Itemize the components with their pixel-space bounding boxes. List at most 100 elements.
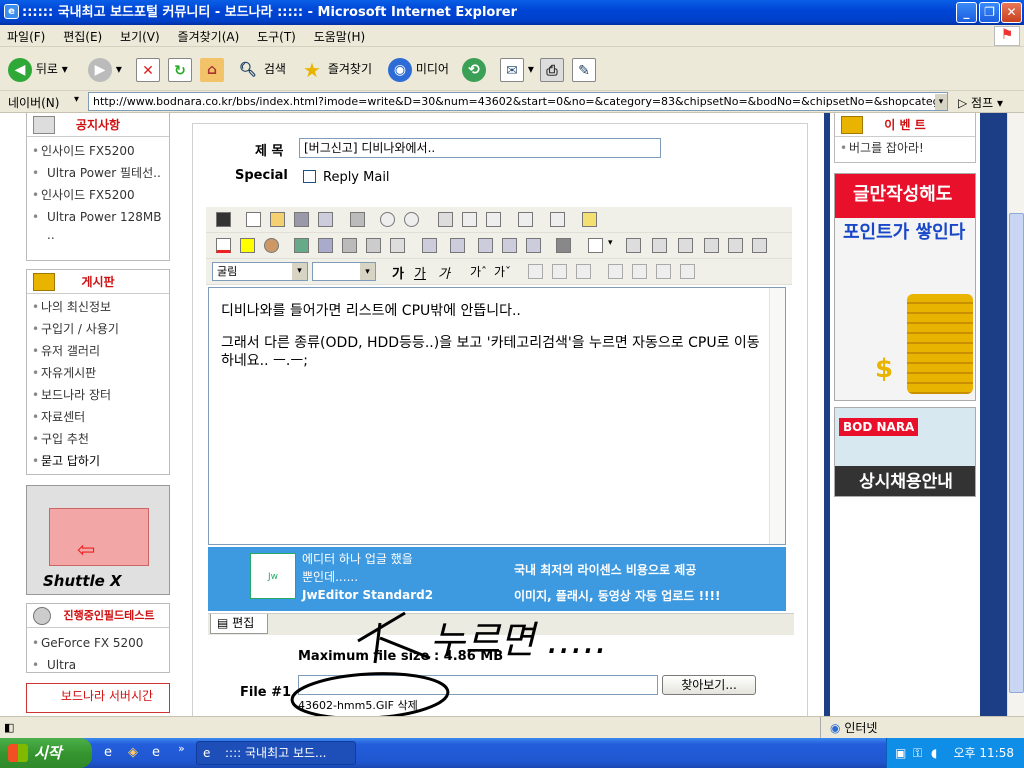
- favorites-button[interactable]: ★ 즐겨찾기: [300, 55, 372, 83]
- table-dropdown-icon[interactable]: ▾: [608, 238, 613, 248]
- page-scrollbar[interactable]: [1007, 113, 1024, 716]
- notice-item[interactable]: 인사이드 FX5200: [27, 184, 169, 206]
- menu-view[interactable]: 보기(V): [113, 25, 167, 48]
- field-test-item[interactable]: Ultra: [27, 654, 169, 676]
- font-select[interactable]: 굴림 ▾: [212, 262, 308, 281]
- image-icon[interactable]: [294, 238, 309, 253]
- undo-icon[interactable]: [380, 212, 395, 227]
- table-delete-icon[interactable]: [752, 238, 767, 253]
- notice-item[interactable]: 인사이드 FX5200: [27, 140, 169, 162]
- font-color-icon[interactable]: [216, 238, 231, 253]
- preview-icon[interactable]: [582, 212, 597, 227]
- highlight-icon[interactable]: [240, 238, 255, 253]
- superscript-icon[interactable]: 가ˆ: [470, 263, 487, 280]
- table-row-icon[interactable]: [626, 238, 641, 253]
- refresh-button[interactable]: ↻: [168, 55, 192, 83]
- subscript-icon[interactable]: 가ˇ: [494, 263, 511, 280]
- start-button[interactable]: 시작: [0, 738, 92, 768]
- shuttle-ad[interactable]: ⇦ Shuttle X: [26, 485, 170, 595]
- table-merge-icon[interactable]: [704, 238, 719, 253]
- field-test-item[interactable]: GeForce FX 5200: [27, 632, 169, 654]
- hr-icon[interactable]: [342, 238, 357, 253]
- layer-2-icon[interactable]: [502, 238, 517, 253]
- unordered-list-icon[interactable]: [632, 264, 647, 279]
- image-link-icon[interactable]: [318, 238, 333, 253]
- editor-source-icon[interactable]: [216, 212, 231, 227]
- browse-button[interactable]: 찾아보기...: [662, 675, 756, 695]
- table-cell-icon[interactable]: [678, 238, 693, 253]
- menu-favorites[interactable]: 즐겨찾기(A): [171, 25, 247, 48]
- layer-icon[interactable]: [478, 238, 493, 253]
- print-button[interactable]: ⎙: [540, 55, 564, 83]
- subject-input[interactable]: [버그신고] 디비나와에서..: [299, 138, 661, 158]
- table-split-icon[interactable]: [728, 238, 743, 253]
- paste-icon[interactable]: [486, 212, 501, 227]
- board-item-qna[interactable]: 묻고 답하기: [27, 450, 169, 472]
- close-button[interactable]: ✕: [1001, 2, 1022, 23]
- address-input[interactable]: http://www.bodnara.co.kr/bbs/index.html?…: [88, 92, 948, 111]
- save-icon[interactable]: [294, 212, 309, 227]
- indent-icon[interactable]: [656, 264, 671, 279]
- go-button[interactable]: ▷ 점프 ▾: [958, 94, 1003, 111]
- menu-tools[interactable]: 도구(T): [250, 25, 303, 48]
- address-menu-arrow-icon[interactable]: ▾: [74, 94, 79, 105]
- save-as-icon[interactable]: [318, 212, 333, 227]
- board-item-free[interactable]: 자유게시판: [27, 362, 169, 384]
- anchor-icon[interactable]: [366, 238, 381, 253]
- unlink-icon[interactable]: [450, 238, 465, 253]
- quicklaunch-desktop-icon[interactable]: e: [152, 745, 160, 760]
- edit-page-button[interactable]: ✎: [572, 55, 596, 83]
- recruit-ad[interactable]: BOD NARA 상시채용안내: [834, 407, 976, 497]
- maximize-button[interactable]: ❐: [979, 2, 1000, 23]
- editor-scrollbar[interactable]: [769, 288, 785, 544]
- tray-security-icon[interactable]: ⚿: [913, 738, 922, 768]
- redo-icon[interactable]: [404, 212, 419, 227]
- editor-body[interactable]: 디비나와를 들어가면 리스트에 CPU밖에 안뜹니다.. 그래서 다른 종류(O…: [208, 287, 786, 545]
- align-center-icon[interactable]: [552, 264, 567, 279]
- copy-icon[interactable]: [462, 212, 477, 227]
- history-button[interactable]: ⟲: [462, 55, 486, 83]
- form-icon[interactable]: [556, 238, 571, 253]
- board-item-data[interactable]: 자료센터: [27, 406, 169, 428]
- menu-help[interactable]: 도움말(H): [307, 25, 373, 48]
- event-item[interactable]: 버그를 잡아라!: [835, 137, 975, 159]
- quicklaunch-more-icon[interactable]: »: [178, 742, 185, 755]
- board-item-market[interactable]: 보드나라 장터: [27, 384, 169, 406]
- media-button[interactable]: ◉ 미디어: [388, 55, 449, 83]
- address-dropdown-icon[interactable]: ▾: [935, 94, 947, 110]
- home-button[interactable]: ⌂: [200, 55, 224, 83]
- table-col-icon[interactable]: [652, 238, 667, 253]
- new-doc-icon[interactable]: [246, 212, 261, 227]
- notice-item[interactable]: Ultra Power 필테선..: [27, 162, 169, 184]
- insert-link-icon[interactable]: [422, 238, 437, 253]
- point-ad[interactable]: 글만작성해도 포인트가 쌓인다 $: [834, 173, 976, 401]
- italic-icon[interactable]: 가: [438, 263, 450, 282]
- mail-button[interactable]: ✉ ▾: [500, 55, 534, 83]
- board-item-gallery[interactable]: 유저 갤러리: [27, 340, 169, 362]
- layer-3-icon[interactable]: [526, 238, 541, 253]
- align-right-icon[interactable]: [576, 264, 591, 279]
- print-icon[interactable]: [350, 212, 365, 227]
- back-button[interactable]: ◀ 뒤로 ▾: [8, 55, 68, 83]
- board-item-my-info[interactable]: 나의 최신정보: [27, 296, 169, 318]
- outdent-icon[interactable]: [680, 264, 695, 279]
- menu-file[interactable]: 파일(F): [0, 25, 52, 48]
- underline-icon[interactable]: 가: [414, 263, 426, 282]
- ordered-list-icon[interactable]: [608, 264, 623, 279]
- table-icon[interactable]: [588, 238, 603, 253]
- board-item-recommend[interactable]: 구입 추천: [27, 428, 169, 450]
- menu-edit[interactable]: 편집(E): [56, 25, 109, 48]
- select-all-icon[interactable]: [550, 212, 565, 227]
- tray-volume-icon[interactable]: ◖: [931, 738, 937, 768]
- page-scrollbar-thumb[interactable]: [1009, 213, 1024, 693]
- taskbar-ie-window[interactable]: e :::: 국내최고 보드...: [196, 741, 356, 765]
- quicklaunch-ie-icon[interactable]: e: [104, 745, 112, 760]
- quicklaunch-media-icon[interactable]: ◈: [128, 745, 138, 760]
- align-left-icon[interactable]: [528, 264, 543, 279]
- size-select[interactable]: ▾: [312, 262, 376, 281]
- forward-button[interactable]: ▶ ▾: [88, 55, 122, 83]
- minimize-button[interactable]: _: [956, 2, 977, 23]
- bold-icon[interactable]: 가: [392, 263, 404, 282]
- notice-item[interactable]: Ultra Power 128MB ..: [27, 206, 169, 246]
- reply-mail-checkbox[interactable]: [303, 170, 316, 183]
